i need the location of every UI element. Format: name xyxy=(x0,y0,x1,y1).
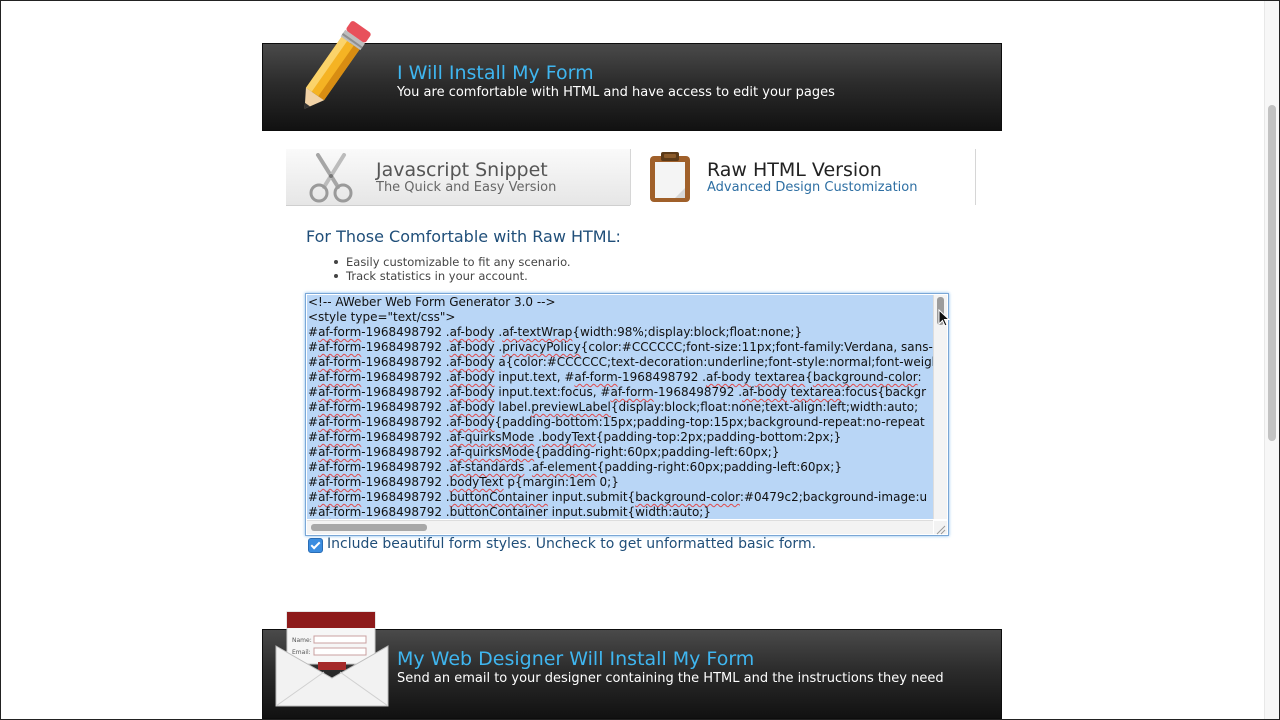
install-myself-title[interactable]: I Will Install My Form xyxy=(397,62,594,84)
code-line: #af-form-1968498792 .af-body input.text:… xyxy=(308,385,927,399)
page-scrollbar-thumb[interactable] xyxy=(1268,105,1276,441)
code-line: #af-form-1968498792 .buttonContainer inp… xyxy=(308,505,711,519)
form-styles-label[interactable]: Include beautiful form styles. Uncheck t… xyxy=(327,536,816,552)
benefit-list: Easily customizable to fit any scenario.… xyxy=(334,255,571,283)
mouse-pointer-icon xyxy=(938,308,951,327)
envelope-name-label: Name: xyxy=(292,637,312,644)
code-line: #af-form-1968498792 .af-body .privacyPol… xyxy=(308,340,933,354)
code-horizontal-scroll-thumb[interactable] xyxy=(311,524,427,531)
web-designer-subtitle: Send an email to your designer containin… xyxy=(397,671,944,686)
code-line: #af-form-1968498792 .af-body .af-textWra… xyxy=(308,325,803,339)
scissors-icon xyxy=(304,153,358,203)
pencil-icon xyxy=(281,20,385,120)
resize-grip-icon[interactable] xyxy=(934,521,947,535)
code-line: #af-form-1968498792 .bodyText p{margin:1… xyxy=(308,475,619,489)
page-scrollbar[interactable] xyxy=(1264,1,1279,719)
envelope-email-label: Email: xyxy=(292,649,311,656)
code-line: #af-form-1968498792 .buttonContainer inp… xyxy=(308,490,928,504)
code-line: #af-form-1968498792 .af-quirksMode .body… xyxy=(308,430,842,444)
code-line: #af-form-1968498792 .af-body label.previ… xyxy=(308,400,919,414)
tab-raw-html-label: Raw HTML Version xyxy=(707,159,882,181)
code-line: <style type="text/css"> xyxy=(308,310,456,324)
benefit-item: Easily customizable to fit any scenario. xyxy=(334,255,571,269)
tab-javascript-snippet[interactable]: Javascript Snippet The Quick and Easy Ve… xyxy=(286,149,630,206)
raw-html-heading: For Those Comfortable with Raw HTML: xyxy=(306,227,621,246)
tab-javascript-sublabel: The Quick and Easy Version xyxy=(376,180,557,195)
clipboard-icon xyxy=(647,151,693,203)
window-top-border xyxy=(0,0,1280,1)
html-code-content[interactable]: <!-- AWeber Web Form Generator 3.0 --> <s… xyxy=(307,295,933,519)
install-method-tabs: Javascript Snippet The Quick and Easy Ve… xyxy=(286,149,976,206)
form-styles-checkbox[interactable] xyxy=(308,538,323,553)
tab-raw-html-sublabel: Advanced Design Customization xyxy=(707,180,918,195)
code-line: #af-form-1968498792 .af-standards .af-el… xyxy=(308,460,842,474)
code-line: #af-form-1968498792 .af-body a{color:#CC… xyxy=(308,355,933,369)
benefit-item: Track statistics in your account. xyxy=(334,269,571,283)
window-left-border xyxy=(0,0,1,720)
code-line: #af-form-1968498792 .af-body input.text,… xyxy=(308,370,922,384)
envelope-icon: Name: Email: xyxy=(274,606,390,710)
html-code-textarea[interactable]: <!-- AWeber Web Form Generator 3.0 --> <s… xyxy=(305,293,949,536)
code-line: #af-form-1968498792 .af-quirksMode{paddi… xyxy=(308,445,780,459)
code-line: #af-form-1968498792 .af-body{padding-bot… xyxy=(308,415,925,429)
tab-raw-html[interactable]: Raw HTML Version Advanced Design Customi… xyxy=(630,149,976,205)
code-horizontal-scrollbar[interactable] xyxy=(307,520,933,534)
code-line: <!-- AWeber Web Form Generator 3.0 --> xyxy=(308,295,556,309)
tab-javascript-label: Javascript Snippet xyxy=(376,159,548,181)
install-myself-subtitle: You are comfortable with HTML and have a… xyxy=(397,85,835,100)
web-designer-title[interactable]: My Web Designer Will Install My Form xyxy=(397,648,754,670)
code-vertical-scrollbar[interactable] xyxy=(933,295,947,519)
